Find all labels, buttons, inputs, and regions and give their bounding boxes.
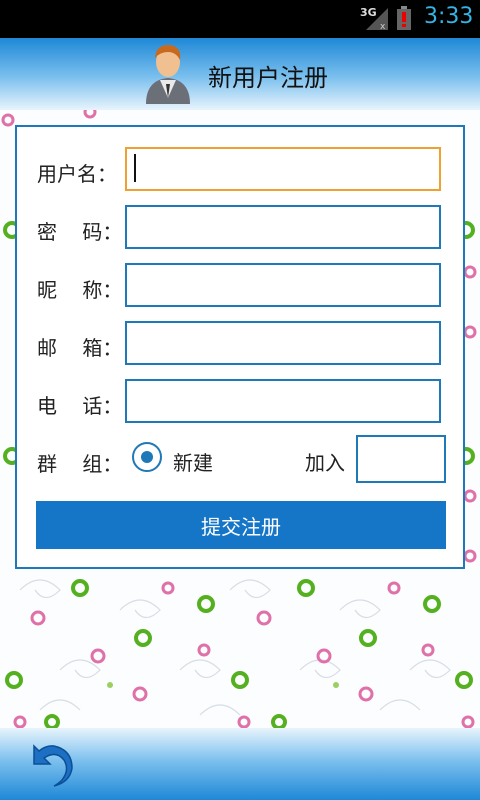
phone-field[interactable] (125, 379, 441, 423)
text-cursor (134, 154, 136, 182)
radio-selected-dot (141, 451, 153, 463)
nickname-label: 昵 称： (37, 278, 123, 302)
group-label: 群 组： (37, 452, 123, 476)
join-group-field[interactable] (356, 435, 446, 483)
status-bar: 3G x 3:33 (0, 0, 480, 38)
svg-text:x: x (380, 22, 386, 30)
join-group-label: 加入 (305, 451, 345, 475)
clock: 3:33 (424, 4, 474, 29)
new-group-label[interactable]: 新建 (173, 447, 213, 476)
nickname-field[interactable] (125, 263, 441, 307)
username-field[interactable] (125, 147, 441, 191)
submit-registration-button[interactable]: 提交注册 (36, 501, 446, 549)
password-label: 密 码： (37, 220, 123, 244)
phone-label: 电 话： (37, 394, 123, 418)
email-field[interactable] (125, 321, 441, 365)
user-avatar-icon (146, 44, 190, 104)
new-group-radio[interactable] (132, 442, 162, 472)
password-field[interactable] (125, 205, 441, 249)
battery-icon (397, 6, 411, 30)
username-label: 用户名： (37, 162, 117, 186)
signal-icon: x (366, 8, 388, 30)
page-title: 新用户注册 (208, 64, 328, 92)
registration-form: 用户名： 密 码： 昵 称： 邮 箱： 电 话： 群 组： 新建 加入 提交注册 (15, 125, 465, 569)
email-label: 邮 箱： (37, 336, 123, 360)
back-arrow-icon[interactable] (26, 738, 76, 788)
